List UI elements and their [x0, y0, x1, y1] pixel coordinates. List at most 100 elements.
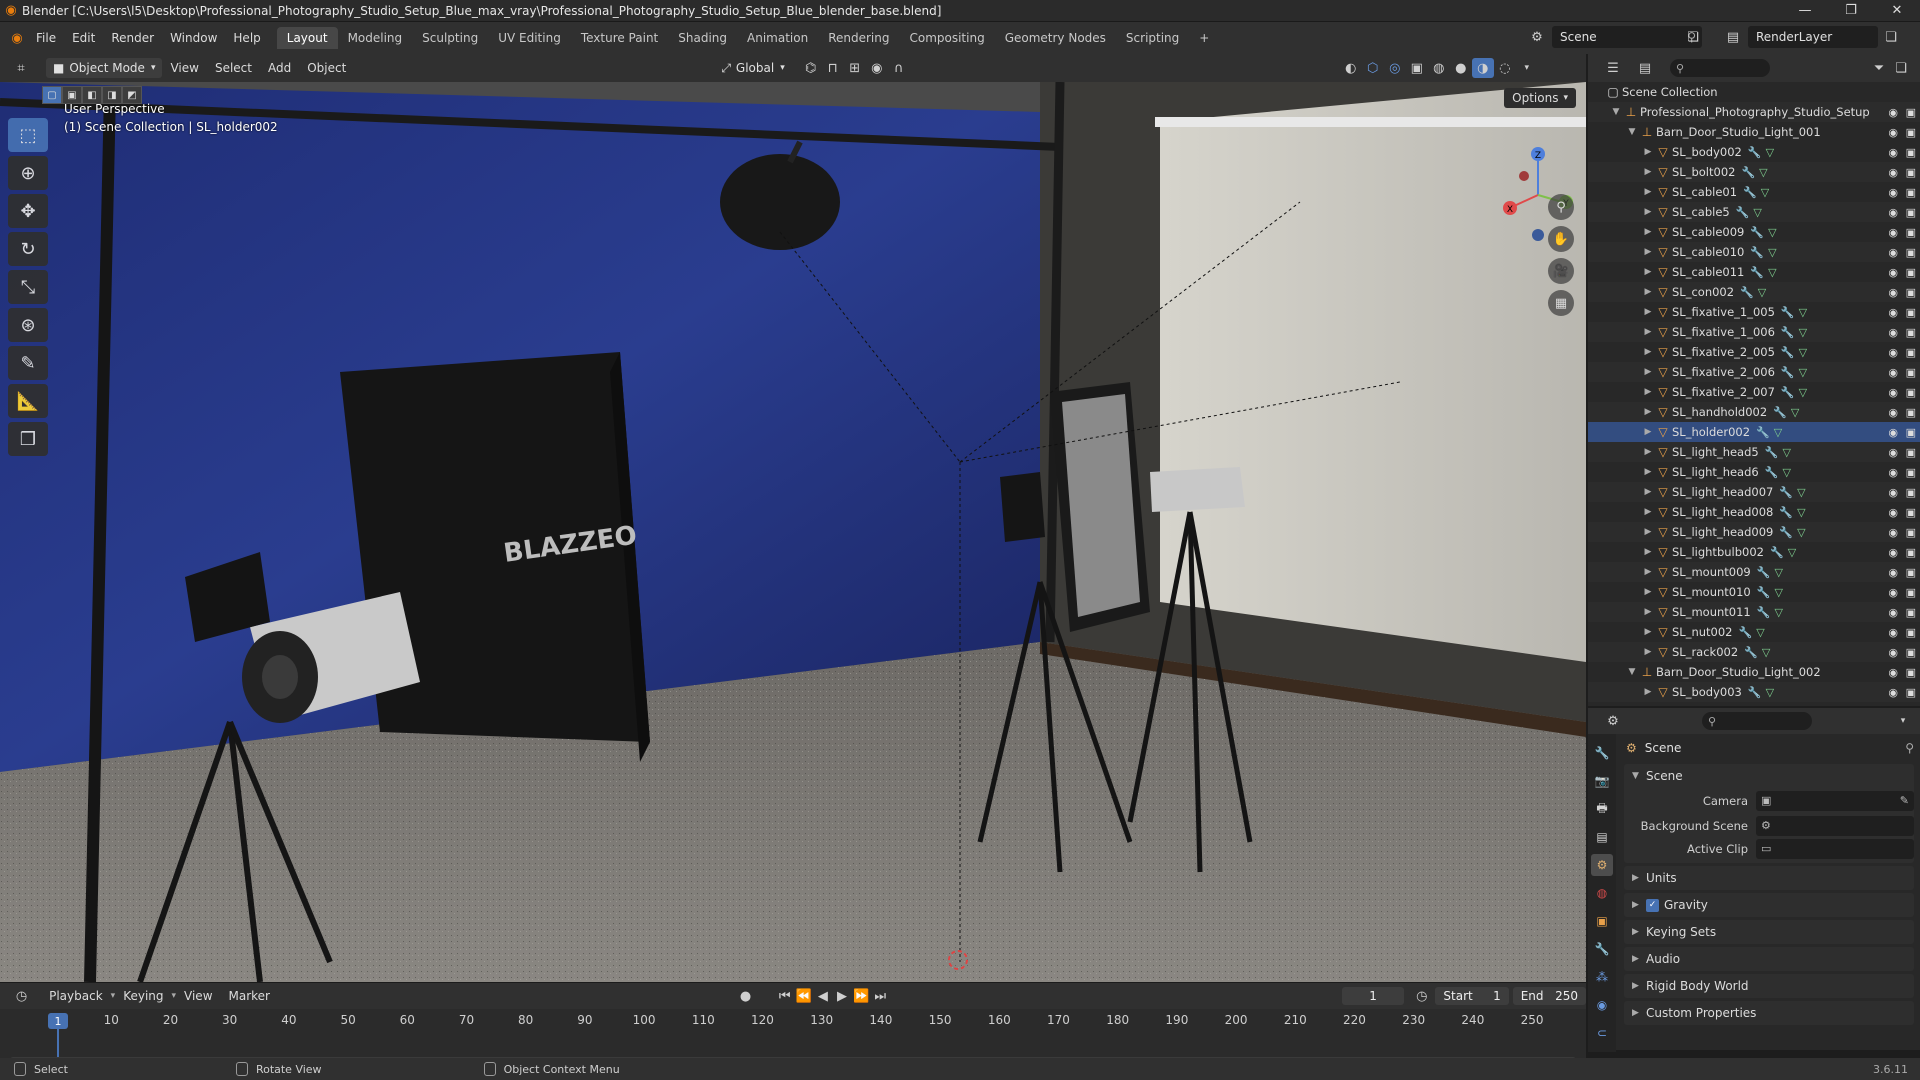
camera-icon[interactable]: ▣ [1906, 286, 1916, 299]
eyedropper-icon[interactable]: ✎ [1900, 794, 1909, 807]
outliner-editor-icon[interactable]: ☰ [1602, 58, 1624, 78]
view-layer-tab-icon[interactable]: ▤ [1591, 826, 1613, 848]
physics-tab-icon[interactable]: ◉ [1591, 994, 1613, 1016]
expand-arrow-icon[interactable]: ▶ [1642, 227, 1654, 237]
object-tab-icon[interactable]: ▣ [1591, 910, 1613, 932]
render-tab-icon[interactable]: 📷 [1591, 770, 1613, 792]
eye-icon[interactable]: ◉ [1888, 406, 1898, 419]
view-layer-icon[interactable]: ▤ [1722, 27, 1744, 47]
particles-tab-icon[interactable]: ⁂ [1591, 966, 1613, 988]
material-shading-icon[interactable]: ◑ [1471, 58, 1494, 78]
keying-sets-panel[interactable]: ▶ Keying Sets [1624, 920, 1914, 944]
list-item[interactable]: ▶ ▽ SL_lightbulb002 🔧 ▽ ◉ ▣ [1588, 542, 1920, 562]
eye-icon[interactable]: ◉ [1888, 466, 1898, 479]
expand-arrow-icon[interactable]: ▶ [1642, 167, 1654, 177]
camera-field[interactable]: ▣ ✎ [1756, 790, 1914, 811]
record-icon[interactable]: ● [736, 986, 755, 1006]
filter-icon[interactable]: ⏷ [1868, 58, 1890, 78]
expand-arrow-icon[interactable]: ▶ [1642, 407, 1654, 417]
list-item[interactable]: ▶ ▽ SL_light_head009 🔧 ▽ ◉ ▣ [1588, 522, 1920, 542]
list-item[interactable]: ▶ ▽ SL_light_head007 🔧 ▽ ◉ ▣ [1588, 482, 1920, 502]
list-item[interactable]: ▶ ▽ SL_mount011 🔧 ▽ ◉ ▣ [1588, 602, 1920, 622]
expand-arrow-icon[interactable]: ▶ [1642, 307, 1654, 317]
camera-view-icon[interactable]: 🎥 [1548, 258, 1574, 284]
eye-icon[interactable]: ◉ [1888, 426, 1898, 439]
ortho-grid-icon[interactable]: ▦ [1548, 290, 1574, 316]
list-item[interactable]: ▶ ▽ SL_fixative_2_007 🔧 ▽ ◉ ▣ [1588, 382, 1920, 402]
rendered-shading-icon[interactable]: ◌ [1494, 58, 1516, 78]
timeline-editor-icon[interactable]: ◷ [12, 986, 31, 1006]
shading-options-icon[interactable]: ▾ [1516, 58, 1538, 78]
camera-icon[interactable]: ▣ [1906, 526, 1916, 539]
list-item[interactable]: ▶ ▽ SL_cable011 🔧 ▽ ◉ ▣ [1588, 262, 1920, 282]
outliner-collection[interactable]: ▼ ⊥ Professional_Photography_Studio_Setu… [1588, 102, 1920, 122]
expand-arrow-icon[interactable]: ▶ [1642, 567, 1654, 577]
camera-icon[interactable]: ▣ [1906, 386, 1916, 399]
expand-arrow-icon[interactable]: ▶ [1642, 447, 1654, 457]
custom-properties-panel[interactable]: ▶ Custom Properties [1624, 1001, 1914, 1025]
select-box-icon[interactable]: ⬚ [8, 118, 48, 152]
proportional-edit-icon[interactable]: ◉ [866, 58, 888, 78]
list-item[interactable]: ▶ ▽ SL_cable009 🔧 ▽ ◉ ▣ [1588, 222, 1920, 242]
camera-icon[interactable]: ▣ [1906, 206, 1916, 219]
overlays-icon[interactable]: ◎ [1384, 58, 1406, 78]
eye-icon[interactable]: ◉ [1888, 586, 1898, 599]
tab-scripting[interactable]: Scripting [1116, 27, 1189, 49]
display-mode-icon[interactable]: ▤ [1634, 58, 1656, 78]
rigid-body-world-panel[interactable]: ▶ Rigid Body World [1624, 974, 1914, 998]
camera-icon[interactable]: ▣ [1906, 666, 1916, 679]
camera-icon[interactable]: ▣ [1906, 646, 1916, 659]
tab-modeling[interactable]: Modeling [338, 27, 413, 49]
camera-icon[interactable]: ▣ [1906, 306, 1916, 319]
camera-icon[interactable]: ▣ [1906, 426, 1916, 439]
add-workspace-button[interactable]: + [1189, 27, 1219, 49]
tab-texture-paint[interactable]: Texture Paint [571, 27, 668, 49]
prev-keyframe-icon[interactable]: ⏪ [794, 986, 813, 1006]
eye-icon[interactable]: ◉ [1888, 386, 1898, 399]
list-item[interactable]: ▶ ▽ SL_cable010 🔧 ▽ ◉ ▣ [1588, 242, 1920, 262]
camera-icon[interactable]: ▣ [1906, 546, 1916, 559]
move-icon[interactable]: ✥ [8, 194, 48, 228]
menu-render[interactable]: Render [103, 31, 162, 45]
properties-editor-icon[interactable]: ⚙ [1602, 711, 1624, 731]
start-frame-field[interactable]: Start 1 [1435, 987, 1509, 1005]
camera-icon[interactable]: ▣ [1906, 146, 1916, 159]
tab-compositing[interactable]: Compositing [899, 27, 994, 49]
jump-end-icon[interactable]: ⏭ [871, 986, 890, 1006]
camera-icon[interactable]: ▣ [1906, 326, 1916, 339]
playhead[interactable]: 1 [48, 1013, 68, 1029]
eye-icon[interactable]: ◉ [1888, 286, 1898, 299]
expand-arrow-icon[interactable]: ▼ [1626, 667, 1638, 677]
transform-orientation-dropdown[interactable]: ⤢ Global ▾ [714, 58, 792, 78]
gravity-checkbox[interactable]: ✓ [1646, 898, 1659, 912]
pan-hand-icon[interactable]: ✋ [1548, 226, 1574, 252]
play-icon[interactable]: ▶ [832, 986, 851, 1006]
expand-arrow-icon[interactable]: ▶ [1642, 427, 1654, 437]
tab-layout[interactable]: Layout [276, 27, 338, 49]
camera-icon[interactable]: ▣ [1906, 166, 1916, 179]
list-item[interactable]: ▶ ▽ SL_body002 🔧 ▽ ◉ ▣ [1588, 142, 1920, 162]
outliner-search-input[interactable]: ⚲ [1670, 59, 1770, 77]
scene-selector[interactable]: Scene ⚲ [1552, 26, 1702, 48]
expand-arrow-icon[interactable]: ▶ [1642, 587, 1654, 597]
expand-arrow-icon[interactable]: ▶ [1642, 487, 1654, 497]
gravity-panel[interactable]: ▶ ✓ Gravity [1624, 893, 1914, 917]
expand-arrow-icon[interactable]: ▶ [1642, 607, 1654, 617]
visibility-icon[interactable]: ◐ [1340, 58, 1362, 78]
eye-icon[interactable]: ◉ [1888, 446, 1898, 459]
expand-arrow-icon[interactable]: ▶ [1642, 267, 1654, 277]
pin-icon[interactable]: ⚲ [1905, 741, 1914, 755]
eye-icon[interactable]: ◉ [1888, 206, 1898, 219]
new-collection-icon[interactable]: ❏ [1890, 58, 1912, 78]
viewport-scene[interactable]: BLAZZEO [0, 82, 1586, 982]
camera-icon[interactable]: ▣ [1906, 686, 1916, 699]
menu-object[interactable]: Object [299, 61, 354, 75]
eye-icon[interactable]: ◉ [1888, 566, 1898, 579]
eye-icon[interactable]: ◉ [1888, 486, 1898, 499]
cursor-icon[interactable]: ⊕ [8, 156, 48, 190]
constraints-tab-icon[interactable]: ⊂ [1591, 1022, 1613, 1044]
expand-arrow-icon[interactable]: ▶ [1642, 647, 1654, 657]
list-item[interactable]: ▶ ▽ SL_fixative_2_005 🔧 ▽ ◉ ▣ [1588, 342, 1920, 362]
new-scene-icon[interactable]: ❏ [1682, 27, 1704, 47]
scene-icon[interactable]: ⚙ [1526, 27, 1548, 47]
